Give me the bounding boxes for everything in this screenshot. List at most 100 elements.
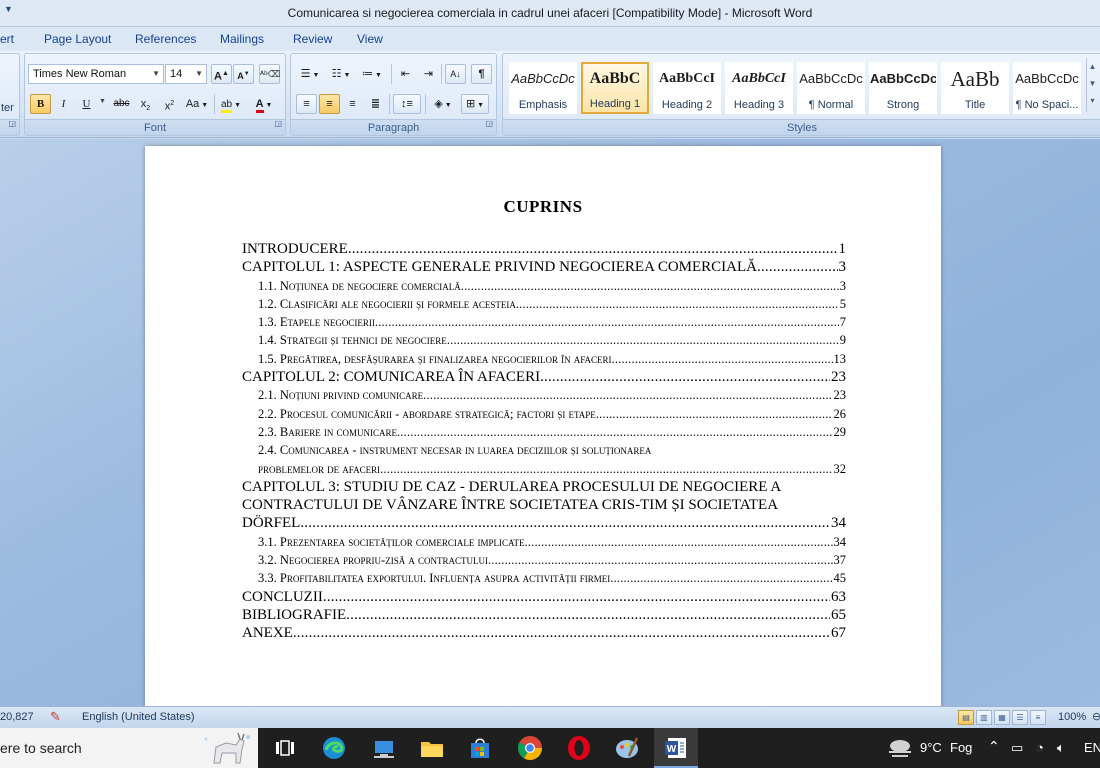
strikethrough-button[interactable]: abc xyxy=(111,94,132,114)
full-screen-reading-button[interactable]: ▥ xyxy=(976,710,992,725)
document-area[interactable]: CUPRINS INTRODUCERE 1 CAPITOLUL 1: ASPECTE… xyxy=(0,139,1100,706)
tab-review[interactable]: Review xyxy=(293,32,332,46)
computer-icon[interactable] xyxy=(370,734,398,762)
toc-entry[interactable]: 3.1. Prezentarea societăților comerciale… xyxy=(242,533,846,551)
gallery-more-icon[interactable]: ▾ xyxy=(1087,92,1098,109)
style-heading-3[interactable]: AaBbCcI Heading 3 xyxy=(725,62,793,114)
outline-view-button[interactable]: ☰ xyxy=(1012,710,1028,725)
style-heading-2[interactable]: AaBbCcI Heading 2 xyxy=(653,62,721,114)
toc-entry[interactable]: ANEXE 67 xyxy=(242,624,846,642)
style-strong[interactable]: AaBbCcDc Strong xyxy=(869,62,937,114)
underline-dropdown-icon[interactable]: ▼ xyxy=(99,98,106,105)
taskbar-search[interactable]: ere to search xyxy=(0,728,258,768)
style-normal[interactable]: AaBbCcDc ¶ Normal xyxy=(797,62,865,114)
toc-entry[interactable]: 3.3. Profitabilitatea exportului. Influe… xyxy=(242,569,846,587)
decrease-indent-button[interactable]: ⇤ xyxy=(395,64,416,84)
tab-references[interactable]: References xyxy=(135,32,196,46)
scroll-up-icon[interactable]: ▲ xyxy=(1087,58,1098,75)
font-size-select[interactable]: 14 ▼ xyxy=(165,64,207,84)
opera-icon[interactable] xyxy=(565,734,593,762)
word-taskbar-button[interactable]: W xyxy=(654,728,698,768)
proofing-icon[interactable]: ✎ xyxy=(50,709,61,725)
underline-button[interactable]: U xyxy=(76,94,97,114)
bullets-button[interactable]: ☰ ▼ xyxy=(296,64,324,84)
align-center-button[interactable]: ≡ xyxy=(319,94,340,114)
document-page[interactable]: CUPRINS INTRODUCERE 1 CAPITOLUL 1: ASPECTE… xyxy=(145,146,941,706)
toc-entry[interactable]: 1.1. Noțiunea de negociere comercială 3 xyxy=(242,277,846,295)
web-layout-button[interactable]: ▦ xyxy=(994,710,1010,725)
toc-leader xyxy=(488,551,833,569)
style-emphasis[interactable]: AaBbCcDc Emphasis xyxy=(509,62,577,114)
print-layout-view-button[interactable]: ▤ xyxy=(958,710,974,725)
weather-desc[interactable]: Fog xyxy=(950,740,972,755)
tab-mailings[interactable]: Mailings xyxy=(220,32,264,46)
weather-temp[interactable]: 9°C xyxy=(920,740,942,755)
italic-button[interactable]: I xyxy=(53,94,74,114)
task-view-icon[interactable] xyxy=(270,734,298,762)
tab-page-layout[interactable]: Page Layout xyxy=(44,32,111,46)
clipboard-launcher-icon[interactable]: ◲ xyxy=(8,116,16,132)
align-right-button[interactable]: ≡ xyxy=(342,94,363,114)
toc-entry[interactable]: 1.2. Clasificări ale negocierii și forme… xyxy=(242,295,846,313)
tab-insert[interactable]: ert xyxy=(0,32,14,46)
subscript-button[interactable]: x2 xyxy=(135,94,156,114)
borders-button[interactable]: ⊞ ▼ xyxy=(461,94,489,114)
tray-chevron-up-icon[interactable]: ⌃ xyxy=(988,738,1000,755)
style-no-spacing[interactable]: AaBbCcDc ¶ No Spaci... xyxy=(1013,62,1081,114)
wifi-icon[interactable]: ◔ xyxy=(1036,740,1044,755)
toc-entry[interactable]: 2.2. Procesul comunicării - abordare str… xyxy=(242,405,846,423)
edge-browser-icon[interactable] xyxy=(320,734,348,762)
toc-entry[interactable]: INTRODUCERE 1 xyxy=(242,240,846,258)
store-icon[interactable] xyxy=(466,734,494,762)
zoom-level[interactable]: 100% xyxy=(1058,711,1086,723)
file-explorer-icon[interactable] xyxy=(418,734,446,762)
shrink-font-button[interactable]: A▼ xyxy=(233,64,254,84)
toc-entry[interactable]: 1.4. Strategii și tehnici de negociere 9 xyxy=(242,331,846,349)
tab-view[interactable]: View xyxy=(357,32,383,46)
toc-entry[interactable]: 2.3. Bariere in comunicare 29 xyxy=(242,423,846,441)
chrome-icon[interactable] xyxy=(516,734,544,762)
font-launcher-icon[interactable]: ◲ xyxy=(274,116,282,132)
numbering-button[interactable]: ☷ ▼ xyxy=(327,64,355,84)
shading-button[interactable]: ◈ ▼ xyxy=(429,94,457,114)
toc-entry[interactable]: CAPITOLUL 1: ASPECTE GENERALE PRIVIND NE… xyxy=(242,258,846,276)
line-spacing-button[interactable]: ↕≡ xyxy=(393,94,421,114)
align-left-button[interactable]: ≡ xyxy=(296,94,317,114)
scroll-down-icon[interactable]: ▼ xyxy=(1087,75,1098,92)
toc-entry[interactable]: 2.1. Noțiuni privind comunicare 23 xyxy=(242,386,846,404)
language-indicator[interactable]: English (United States) xyxy=(82,711,195,723)
change-case-button[interactable]: Aa ▼ xyxy=(183,94,211,114)
font-color-button[interactable]: A ▼ xyxy=(249,94,279,114)
style-heading-1[interactable]: AaBbC Heading 1 xyxy=(581,62,649,114)
toc-page-number: 37 xyxy=(833,553,847,568)
increase-indent-button[interactable]: ⇥ xyxy=(418,64,439,84)
word-count[interactable]: 20,827 xyxy=(0,711,34,723)
justify-button[interactable]: ≣ xyxy=(365,94,386,114)
toc-entry[interactable]: CAPITOLUL 2: COMUNICAREA ÎN AFACERI 23 xyxy=(242,368,846,386)
draft-view-button[interactable]: ≡ xyxy=(1030,710,1046,725)
toc-entry[interactable]: BIBLIOGRAFIE 65 xyxy=(242,606,846,624)
battery-icon[interactable]: ▭ xyxy=(1011,740,1023,756)
font-family-select[interactable]: Times New Roman ▼ xyxy=(28,64,164,84)
toc-entry[interactable]: CONCLUZII 63 xyxy=(242,588,846,606)
toc-entry[interactable]: 1.3. Etapele negocierii 7 xyxy=(242,313,846,331)
highlight-button[interactable]: ab ▼ xyxy=(217,94,245,114)
toc-entry[interactable]: 2.4. Comunicarea - instrument necesar in… xyxy=(242,441,846,478)
styles-gallery-scroll[interactable]: ▲ ▼ ▾ xyxy=(1086,58,1098,112)
bold-button[interactable]: B xyxy=(30,94,51,114)
show-formatting-button[interactable]: ¶ xyxy=(471,64,492,84)
zoom-out-icon[interactable]: ⊖ xyxy=(1092,710,1100,723)
toc-entry[interactable]: 1.5. Pregătirea, desfășurarea și finaliz… xyxy=(242,350,846,368)
volume-icon[interactable]: 🔈︎ xyxy=(1057,740,1065,756)
multilevel-list-button[interactable]: ≔ ▼ xyxy=(358,64,386,84)
toc-entry[interactable]: 3.2. Negocierea propriu-zisă a contractu… xyxy=(242,551,846,569)
sort-button[interactable]: A↓ xyxy=(445,64,466,84)
clear-formatting-button[interactable]: ᴬᵇ⌫ xyxy=(259,64,280,84)
toc-entry[interactable]: CAPITOLUL 3: STUDIU DE CAZ - DERULAREA P… xyxy=(242,478,846,533)
superscript-button[interactable]: x2 xyxy=(159,94,180,114)
weather-fog-icon[interactable] xyxy=(886,737,914,762)
paint-icon[interactable] xyxy=(613,734,641,762)
style-title[interactable]: AaBb Title xyxy=(941,62,1009,114)
grow-font-button[interactable]: A▲ xyxy=(211,64,232,84)
input-language[interactable]: EN xyxy=(1084,740,1100,755)
